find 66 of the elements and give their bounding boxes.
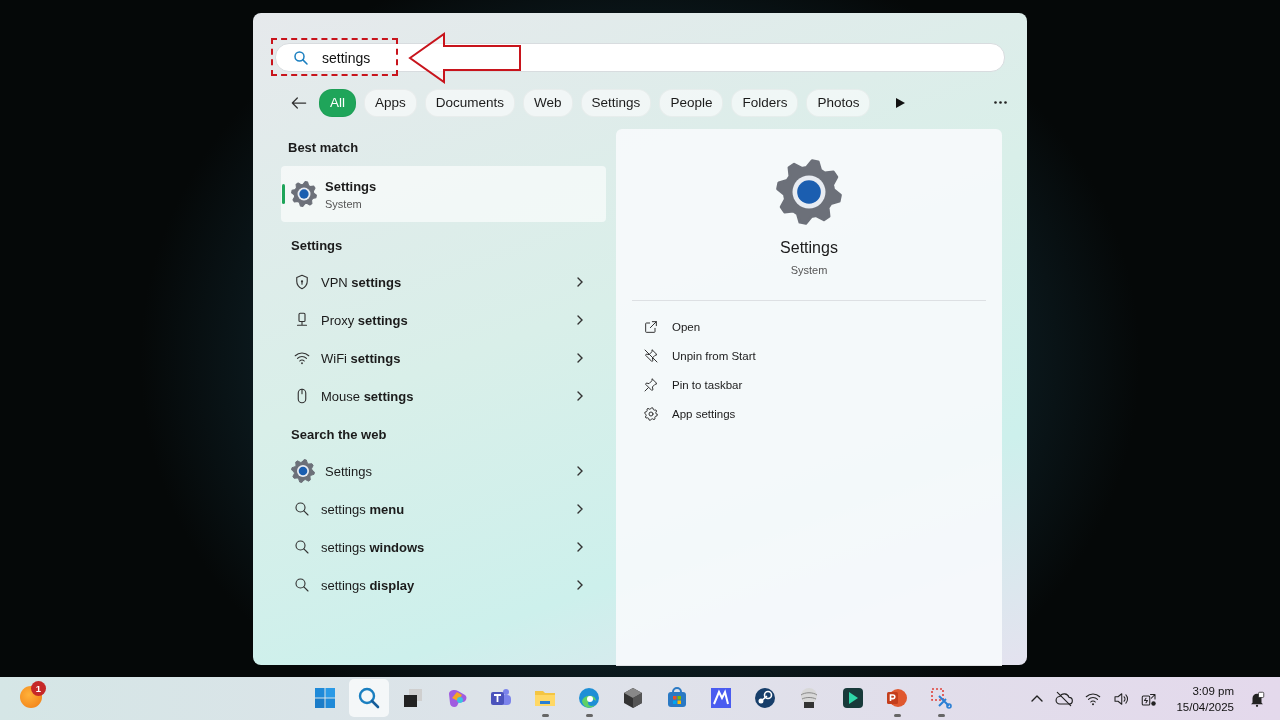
search-icon bbox=[292, 48, 310, 67]
slides-icon bbox=[885, 686, 909, 710]
letter-tile-icon bbox=[709, 686, 733, 710]
filter-tab[interactable]: People bbox=[659, 88, 724, 117]
bag-icon bbox=[665, 686, 689, 710]
result-title: Settings bbox=[325, 178, 377, 194]
search-field[interactable]: settings bbox=[275, 43, 1005, 72]
search-icon bbox=[293, 500, 311, 518]
cube-icon bbox=[621, 686, 645, 710]
round-app-icon bbox=[753, 686, 777, 710]
result-item[interactable]: Mouse settings bbox=[281, 377, 606, 415]
result-item[interactable]: settings menu bbox=[281, 490, 606, 528]
best-match-item[interactable]: Settings System bbox=[281, 166, 606, 222]
result-item[interactable]: settings windows bbox=[281, 528, 606, 566]
scroll-right-button[interactable] bbox=[894, 96, 907, 109]
clock-date: 15/04/2025 bbox=[1176, 699, 1234, 715]
result-item[interactable]: settings display bbox=[281, 566, 606, 604]
overlapping-windows-icon bbox=[401, 686, 425, 710]
result-item[interactable]: Proxy settings bbox=[281, 301, 606, 339]
filter-tab[interactable]: Photos bbox=[806, 88, 871, 117]
action-item[interactable]: Open bbox=[643, 312, 1002, 341]
unpin-icon bbox=[643, 347, 659, 364]
search-icon bbox=[293, 576, 311, 594]
pin-icon bbox=[643, 376, 659, 393]
film-tile-icon bbox=[841, 686, 865, 710]
scissors-icon bbox=[929, 686, 953, 710]
filter-tab[interactable]: Web bbox=[523, 88, 573, 117]
running-indicator bbox=[586, 714, 593, 717]
more-icon bbox=[994, 101, 1008, 104]
filter-tab[interactable]: Apps bbox=[364, 88, 417, 117]
wifi-icon bbox=[293, 349, 311, 367]
app-title: Settings bbox=[780, 239, 838, 257]
four-squares-icon bbox=[313, 686, 337, 710]
search-icon bbox=[293, 538, 311, 556]
running-indicator bbox=[894, 714, 901, 717]
more-button[interactable] bbox=[994, 101, 1008, 104]
wave-icon bbox=[577, 686, 601, 710]
app-subtitle: System bbox=[790, 264, 828, 276]
filter-tab[interactable]: Documents bbox=[424, 88, 516, 117]
gear-icon bbox=[291, 459, 315, 483]
right-triangle-icon bbox=[894, 96, 907, 109]
notification-badge: 1 bbox=[31, 681, 46, 696]
action-item[interactable]: App settings bbox=[643, 399, 1002, 428]
section-heading: Best match bbox=[287, 138, 360, 157]
clock-time: 3:09 pm bbox=[1192, 683, 1234, 699]
result-item[interactable]: WiFi settings bbox=[281, 339, 606, 377]
running-indicator bbox=[938, 714, 945, 717]
filter-tab[interactable]: Folders bbox=[731, 88, 799, 117]
action-item[interactable]: Unpin from Start bbox=[643, 341, 1002, 370]
section-heading: Settings bbox=[290, 236, 344, 255]
settings-icon bbox=[643, 405, 659, 422]
gear-icon bbox=[776, 159, 842, 225]
result-item[interactable]: VPN settings bbox=[281, 263, 606, 301]
search-icon bbox=[357, 686, 381, 710]
result-subtitle: System bbox=[325, 197, 363, 210]
running-indicator bbox=[542, 714, 549, 717]
action-item[interactable]: Pin to taskbar bbox=[643, 370, 1002, 399]
open-external-icon bbox=[643, 318, 659, 335]
clock[interactable]: 3:09 pm 15/04/2025 bbox=[1176, 682, 1234, 715]
selection-indicator bbox=[282, 184, 285, 204]
gear-icon bbox=[291, 181, 317, 207]
result-item[interactable]: Settings bbox=[281, 452, 606, 490]
shield-icon bbox=[293, 273, 311, 291]
section-heading: Search the web bbox=[290, 425, 388, 444]
filter-tab[interactable]: Settings bbox=[580, 88, 652, 117]
search-input[interactable]: settings bbox=[322, 49, 922, 66]
